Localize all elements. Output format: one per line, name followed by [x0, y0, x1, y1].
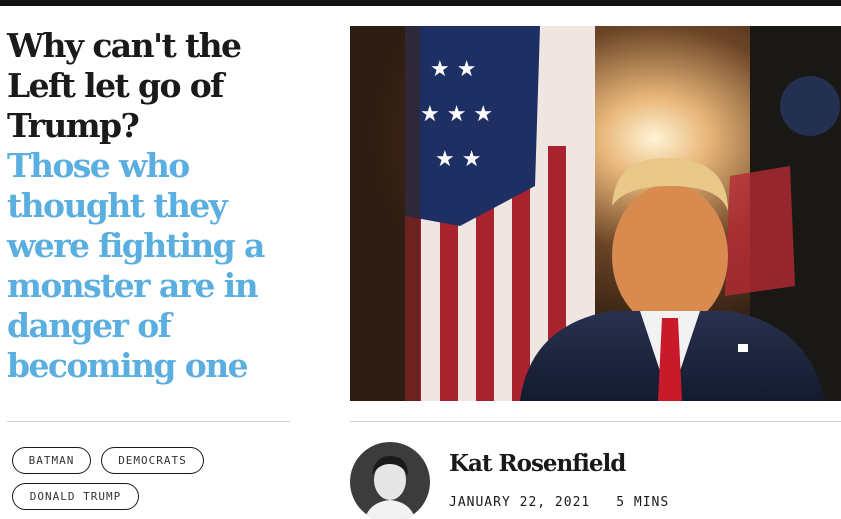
top-bar: [0, 0, 841, 6]
read-time: 5 MINS: [616, 495, 670, 510]
left-divider: [7, 421, 290, 422]
article-meta: JANUARY 22, 2021 5 MINS: [449, 495, 669, 510]
article-dek: Those who thought they were fighting a m…: [7, 146, 265, 385]
svg-text:★ ★ ★: ★ ★ ★: [420, 102, 493, 127]
hero-image: ★ ★ ★ ★ ★ ★ ★: [350, 26, 841, 401]
tag-donald-trump[interactable]: DONALD TRUMP: [12, 483, 139, 510]
svg-text:★ ★: ★ ★: [430, 57, 476, 82]
tag-democrats[interactable]: DEMOCRATS: [101, 447, 204, 474]
author-name[interactable]: Kat Rosenfield: [449, 450, 626, 477]
publish-date: JANUARY 22, 2021: [449, 495, 591, 510]
right-divider: [350, 421, 841, 422]
article-headline: Why can't the Left let go of Trump? Thos…: [7, 26, 307, 386]
author-avatar[interactable]: [350, 442, 430, 519]
article-title: Why can't the Left let go of Trump?: [7, 26, 242, 145]
svg-text:★ ★: ★ ★: [435, 147, 481, 172]
tag-batman[interactable]: BATMAN: [12, 447, 91, 474]
